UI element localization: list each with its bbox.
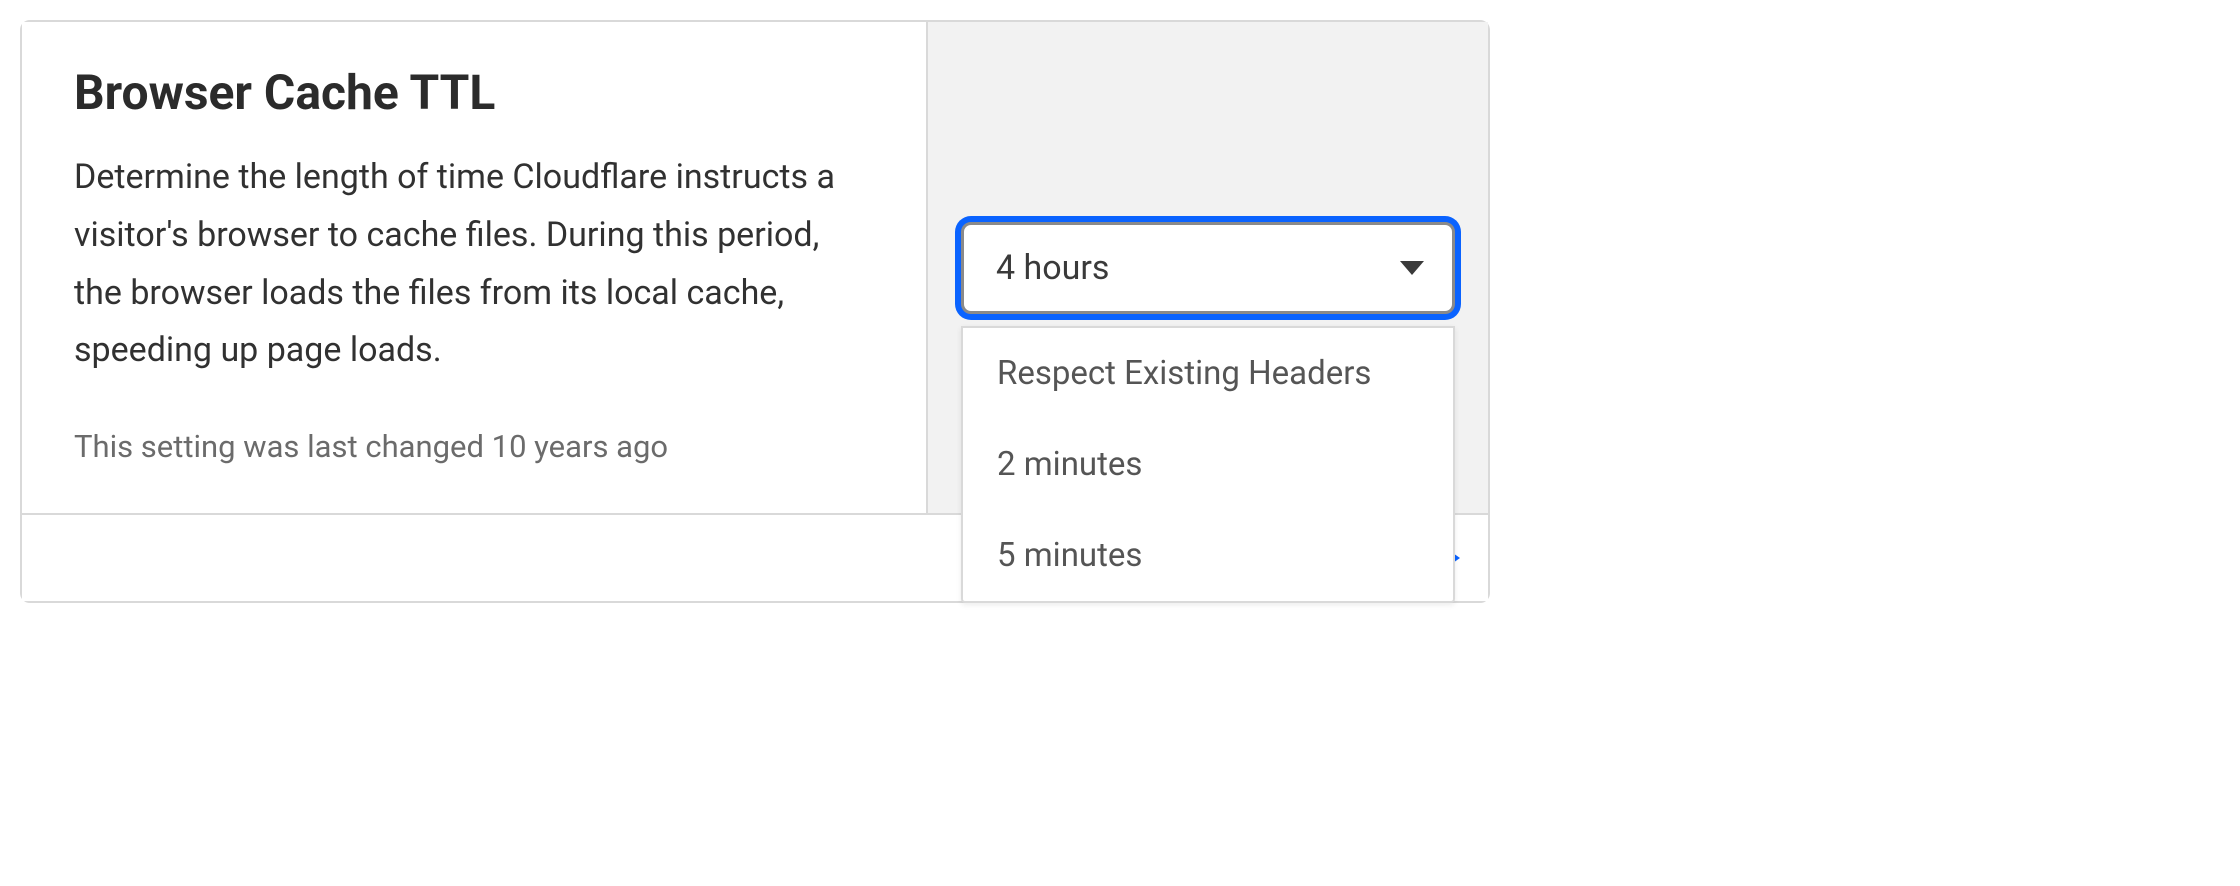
ttl-option[interactable]: 2 minutes: [963, 419, 1453, 510]
card-title: Browser Cache TTL: [74, 64, 874, 121]
ttl-select[interactable]: 4 hours: [961, 222, 1455, 314]
chevron-down-icon: [1400, 261, 1424, 275]
browser-cache-ttl-card: Browser Cache TTL Determine the length o…: [20, 20, 1490, 603]
ttl-option[interactable]: Respect Existing Headers: [963, 328, 1453, 419]
card-meta: This setting was last changed 10 years a…: [74, 428, 874, 465]
ttl-option[interactable]: 5 minutes: [963, 510, 1453, 601]
ttl-dropdown-list[interactable]: Respect Existing Headers 2 minutes 5 min…: [963, 328, 1453, 601]
ttl-select-wrap: 4 hours Respect Existing Headers 2 minut…: [961, 222, 1455, 314]
ttl-dropdown: Respect Existing Headers 2 minutes 5 min…: [961, 326, 1455, 603]
card-content: Browser Cache TTL Determine the length o…: [22, 22, 928, 513]
card-control-panel: 4 hours Respect Existing Headers 2 minut…: [928, 22, 1488, 513]
card-description: Determine the length of time Cloudflare …: [74, 149, 874, 380]
ttl-select-value: 4 hours: [996, 248, 1109, 288]
card-top: Browser Cache TTL Determine the length o…: [22, 22, 1488, 513]
